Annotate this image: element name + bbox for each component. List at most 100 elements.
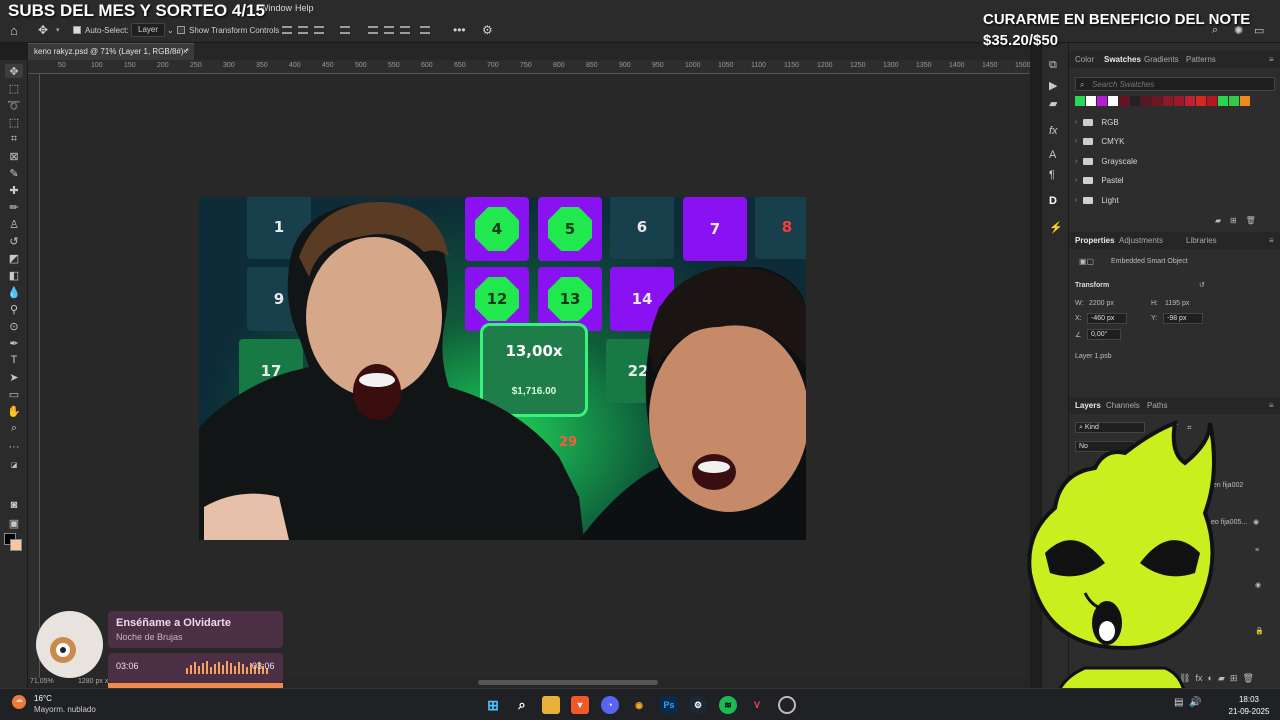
pen-tool-icon[interactable]: ✒ <box>5 336 23 350</box>
new-layer-icon[interactable]: ⊞ <box>1230 673 1238 683</box>
crop-tool-icon[interactable]: ⌗ <box>5 132 23 146</box>
color-swatch[interactable] <box>1229 96 1239 106</box>
screen-mode-icon[interactable]: ▣ <box>5 516 23 530</box>
rectangle-tool-icon[interactable]: ▭ <box>5 387 23 401</box>
delete-layer-icon[interactable]: 🗑 <box>1242 673 1253 683</box>
default-colors-icon[interactable]: ◪ <box>5 458 23 472</box>
close-tab-icon[interactable]: × <box>183 47 188 56</box>
distribute-button[interactable] <box>340 22 350 38</box>
history-icon[interactable]: ⧉ <box>1049 59 1057 72</box>
steam-icon[interactable]: ⚙ <box>689 696 707 714</box>
photoshop-icon[interactable]: Ps <box>660 696 678 714</box>
eyedropper-tool-icon[interactable]: ✎ <box>5 166 23 180</box>
home-icon[interactable]: ⌂ <box>10 22 18 38</box>
menu-help[interactable]: Help <box>295 3 314 13</box>
color-swatch[interactable] <box>1174 96 1184 106</box>
settings-gear-icon[interactable]: ⚙ <box>482 22 493 38</box>
comments-icon[interactable]: ▰ <box>1049 97 1057 110</box>
eraser-tool-icon[interactable]: ◩ <box>5 251 23 265</box>
color-swatch[interactable] <box>1097 96 1107 106</box>
brush-tool-icon[interactable]: ✏ <box>5 200 23 214</box>
tab-layers[interactable]: Layers <box>1075 401 1101 410</box>
visibility-icon[interactable]: ◉ <box>1253 518 1259 526</box>
horizontal-scrollbar[interactable] <box>478 680 658 685</box>
y-field[interactable]: -98 px <box>1163 313 1203 324</box>
path-select-icon[interactable]: ➤ <box>5 370 23 384</box>
lock-icon[interactable]: 🔒 <box>1255 627 1264 635</box>
network-icon[interactable]: ▤ <box>1174 697 1183 708</box>
chevron-right-icon[interactable]: › <box>1075 138 1077 145</box>
swatch-folder-rgb[interactable]: › RGB <box>1075 114 1119 130</box>
fx-icon[interactable]: fx <box>1049 125 1058 137</box>
color-swatch[interactable] <box>1086 96 1096 106</box>
color-swatch[interactable] <box>1152 96 1162 106</box>
swatch-folder-light[interactable]: › Light <box>1075 192 1119 208</box>
blender-icon[interactable]: ◉ <box>630 696 648 714</box>
history-brush-icon[interactable]: ↺ <box>5 234 23 248</box>
app-icon[interactable] <box>778 696 796 714</box>
volume-icon[interactable]: 🔊 <box>1189 697 1201 708</box>
color-swatch[interactable] <box>1119 96 1129 106</box>
gradient-tool-icon[interactable]: ◧ <box>5 268 23 282</box>
distribute-vertical-button[interactable] <box>420 22 430 38</box>
color-swatch[interactable] <box>1196 96 1206 106</box>
object-select-tool-icon[interactable]: ⬚ <box>5 115 23 129</box>
tab-libraries[interactable]: Libraries <box>1186 236 1217 245</box>
color-swatch[interactable] <box>1130 96 1140 106</box>
color-swatch[interactable] <box>1218 96 1228 106</box>
swatch-folder-cmyk[interactable]: › CMYK <box>1075 134 1124 150</box>
move-tool-icon[interactable]: ✥ <box>38 22 48 38</box>
file-explorer-icon[interactable] <box>542 696 560 714</box>
edit-toolbar-icon[interactable]: ··· <box>5 440 23 454</box>
type-tool-icon[interactable]: T <box>5 353 23 367</box>
tab-paths[interactable]: Paths <box>1147 401 1167 410</box>
start-icon[interactable]: ⊞ <box>484 696 502 714</box>
background-color-swatch[interactable] <box>10 539 22 551</box>
panel-menu-icon[interactable]: ≡ <box>1269 236 1274 245</box>
color-swatch[interactable] <box>1207 96 1217 106</box>
clone-stamp-icon[interactable]: ♙ <box>5 217 23 231</box>
auto-select-checkbox[interactable]: Auto-Select: <box>73 22 129 38</box>
discord-icon[interactable]: ◔ <box>601 696 619 714</box>
dodge-tool-icon[interactable]: ⚲ <box>5 302 23 316</box>
plugin-icon[interactable]: D <box>1049 195 1057 207</box>
tool-preset-dropdown[interactable]: ▾ <box>56 22 60 38</box>
visibility-icon[interactable]: ◉ <box>1255 581 1261 589</box>
adjust-icon[interactable]: ≡ <box>1255 547 1259 554</box>
sponge-tool-icon[interactable]: ⊙ <box>5 319 23 333</box>
zoom-tool-icon[interactable]: ⌕ <box>5 421 23 435</box>
new-group-icon[interactable]: ▰ <box>1215 216 1221 225</box>
align-middle-button[interactable] <box>384 22 394 38</box>
align-bottom-button[interactable] <box>400 22 410 38</box>
angle-field[interactable]: 0,00° <box>1087 329 1121 340</box>
frame-tool-icon[interactable]: ⊠ <box>5 149 23 163</box>
character-icon[interactable]: A <box>1049 149 1056 161</box>
more-options-icon[interactable]: ••• <box>453 22 466 38</box>
layer-select[interactable]: Layer ⌄ <box>131 22 174 38</box>
quick-mask-icon[interactable]: ◙ <box>5 498 23 512</box>
color-swatch[interactable] <box>1163 96 1173 106</box>
color-swatch[interactable] <box>1075 96 1085 106</box>
align-center-button[interactable] <box>298 22 308 38</box>
align-left-button[interactable] <box>282 22 292 38</box>
spotify-icon[interactable]: ≋ <box>719 696 737 714</box>
brave-icon[interactable]: ▼ <box>571 696 589 714</box>
tab-channels[interactable]: Channels <box>1106 401 1140 410</box>
chevron-right-icon[interactable]: › <box>1075 119 1077 126</box>
search-icon[interactable]: ⌕ <box>513 696 531 714</box>
healing-brush-icon[interactable]: ✚ <box>5 183 23 197</box>
swatch-search-input[interactable]: ⌕ Search Swatches <box>1075 77 1275 91</box>
tab-swatches[interactable]: Swatches <box>1104 55 1141 64</box>
new-swatch-icon[interactable]: ⊞ <box>1230 216 1237 225</box>
hand-tool-icon[interactable]: ✋ <box>5 404 23 418</box>
color-swatch[interactable] <box>1185 96 1195 106</box>
lasso-tool-icon[interactable]: ➰ <box>5 98 23 112</box>
color-swatch[interactable] <box>1108 96 1118 106</box>
tab-gradients[interactable]: Gradients <box>1144 55 1179 64</box>
delete-icon[interactable]: 🗑 <box>1246 216 1256 225</box>
color-swatch[interactable] <box>1141 96 1151 106</box>
width-field[interactable]: 2200 px <box>1089 300 1114 307</box>
height-field[interactable]: 1195 px <box>1165 300 1189 307</box>
align-right-button[interactable] <box>314 22 324 38</box>
document-canvas[interactable]: 1 4 5 6 7 8 9 12 13 14 17 22 29 13,00x $… <box>199 197 806 540</box>
